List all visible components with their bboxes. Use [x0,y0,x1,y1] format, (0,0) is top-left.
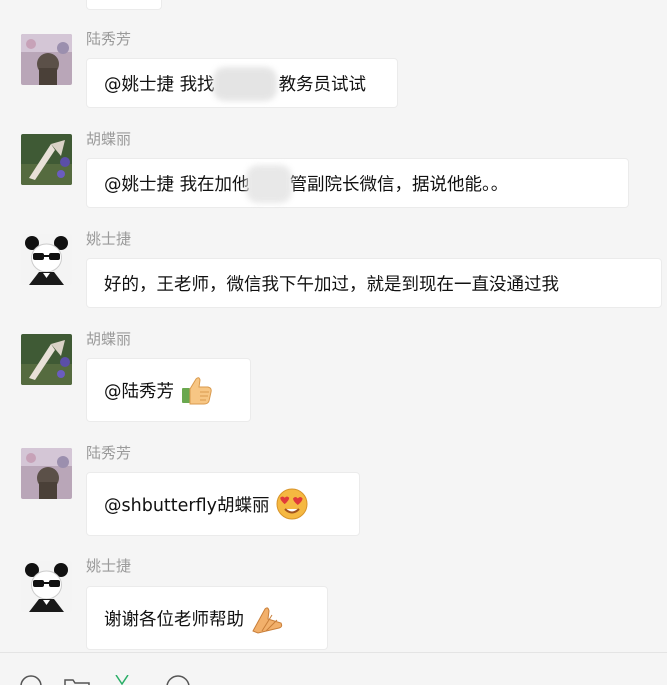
emoji-icon[interactable] [20,675,42,685]
message-bubble[interactable]: @姚士捷 我找 教务员试试 [86,58,398,108]
avatar-panda-image [21,234,72,285]
avatar[interactable] [21,561,72,612]
message-text: 好的，王老师，微信我下午加过，就是到现在一直没通过我 [104,274,559,295]
avatar[interactable] [21,134,72,185]
avatar-luxiufang-image [21,34,72,85]
sender-name: 胡蝶丽 [86,130,132,148]
avatar[interactable] [21,448,72,499]
avatar[interactable] [21,334,72,385]
message-bubble[interactable]: @陆秀芳 [86,358,251,422]
sender-name: 姚士捷 [86,230,132,248]
avatar-luxiufang-image [21,448,72,499]
redacted-text [245,165,292,203]
input-toolbar [0,652,667,685]
folder-icon[interactable] [64,675,90,685]
avatar-hudieli-image [21,134,72,185]
chat-history[interactable]: 陆秀芳 @姚士捷 我找 教务员试试 胡蝶丽 @姚士捷 我在加他 管副院长微信，据… [0,0,667,652]
message-text: @姚士捷 我在加他 [104,174,250,195]
thumbs-up-icon [182,377,212,405]
message-text: @姚士捷 我找 [104,74,215,95]
sender-name: 姚士捷 [86,557,132,575]
folded-hands-icon [252,607,283,634]
message-bubble[interactable]: @姚士捷 我在加他 管副院长微信，据说他能。。 [86,158,629,208]
scissors-icon[interactable] [114,675,130,685]
heart-eyes-icon [276,488,308,520]
message-text: 谢谢各位老师帮助 [104,609,244,630]
previous-message-bubble [86,0,162,10]
message-text: @shbutterfly胡蝶丽 [104,495,270,516]
chat-bubble-icon[interactable] [165,675,191,685]
sender-name: 陆秀芳 [86,30,132,48]
sender-name: 胡蝶丽 [86,330,132,348]
message-text: 教务员试试 [278,74,367,95]
message-text: @陆秀芳 [104,381,174,402]
message-bubble[interactable]: @shbutterfly胡蝶丽 [86,472,360,536]
message-text: 管副院长微信，据说他能。。 [289,174,509,195]
avatar-hudieli-image [21,334,72,385]
avatar[interactable] [21,234,72,285]
message-bubble[interactable]: 好的，王老师，微信我下午加过，就是到现在一直没通过我 [86,258,662,308]
avatar-panda-image [21,561,72,612]
message-bubble[interactable]: 谢谢各位老师帮助 [86,586,328,650]
redacted-text [212,67,279,101]
avatar[interactable] [21,34,72,85]
sender-name: 陆秀芳 [86,444,132,462]
